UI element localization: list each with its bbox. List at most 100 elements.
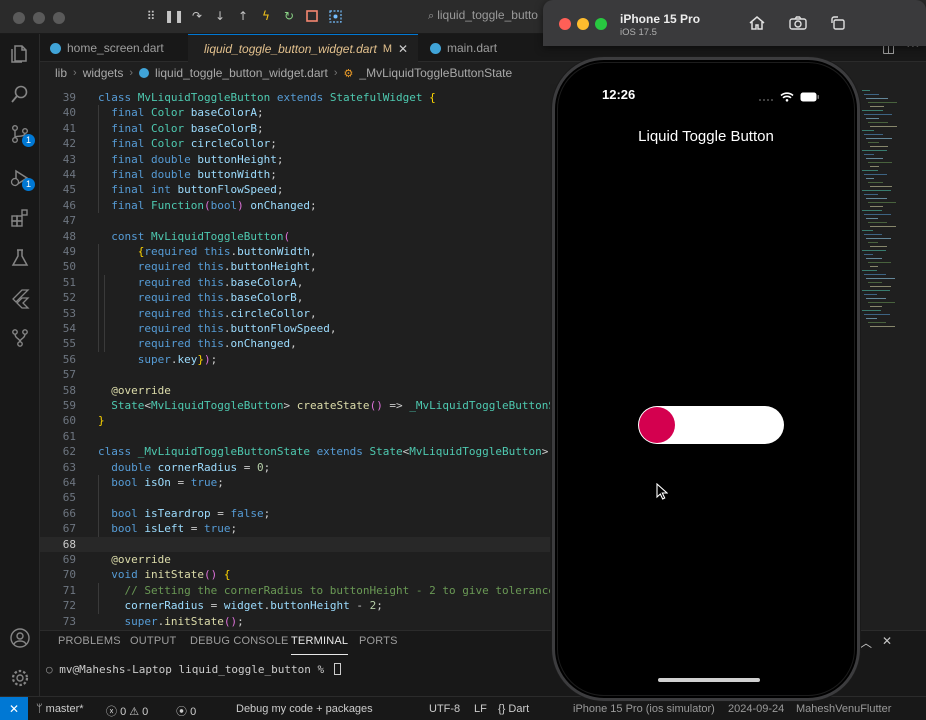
- code-line[interactable]: 56 super.key});: [40, 352, 550, 367]
- line-number[interactable]: 42: [40, 136, 76, 151]
- line-number[interactable]: 56: [40, 352, 76, 367]
- line-number[interactable]: 39: [40, 90, 76, 105]
- line-number[interactable]: 71: [40, 583, 76, 598]
- explorer-icon[interactable]: [8, 42, 32, 66]
- code-line[interactable]: 48 const MvLiquidToggleButton(: [40, 229, 550, 244]
- screenshot-camera-icon[interactable]: [787, 13, 809, 33]
- line-number[interactable]: 62: [40, 444, 76, 459]
- line-number[interactable]: 45: [40, 182, 76, 197]
- code-line[interactable]: 62 class _MvLiquidToggleButtonState exten…: [40, 444, 550, 459]
- code-line[interactable]: 72 cornerRadius = widget.buttonHeight - …: [40, 598, 550, 613]
- simulator-close-button[interactable]: [559, 18, 571, 30]
- code-line[interactable]: 46 final Function(bool) onChanged;: [40, 198, 550, 213]
- breadcrumb-symbol[interactable]: _MvLiquidToggleButtonState: [359, 66, 512, 80]
- line-number[interactable]: 70: [40, 567, 76, 582]
- account-icon[interactable]: [8, 626, 32, 650]
- code-line[interactable]: 52 required this.baseColorB,: [40, 290, 550, 305]
- step-out-icon[interactable]: ↑: [236, 9, 250, 23]
- maximize-panel-icon[interactable]: ︿: [860, 634, 872, 651]
- search-icon[interactable]: [8, 82, 32, 106]
- code-line[interactable]: 61: [40, 429, 550, 444]
- extensions-icon[interactable]: [8, 206, 32, 230]
- line-number[interactable]: 67: [40, 521, 76, 536]
- breadcrumb-folder-widgets[interactable]: widgets: [83, 66, 124, 80]
- line-number[interactable]: 54: [40, 321, 76, 336]
- code-line[interactable]: 55 required this.onChanged,: [40, 336, 550, 351]
- tab-home-screen[interactable]: home_screen.dart: [40, 34, 188, 62]
- code-line[interactable]: 40 final Color baseColorA;: [40, 105, 550, 120]
- restart-icon[interactable]: ↻: [282, 9, 296, 23]
- code-line[interactable]: 49 {required this.buttonWidth,: [40, 244, 550, 259]
- line-number[interactable]: 61: [40, 429, 76, 444]
- encoding-status[interactable]: UTF-8: [429, 703, 460, 715]
- line-number[interactable]: 44: [40, 167, 76, 182]
- code-line[interactable]: 43 final double buttonHeight;: [40, 152, 550, 167]
- code-line[interactable]: 59 State<MvLiquidToggleButton> createSta…: [40, 398, 550, 413]
- line-number[interactable]: 46: [40, 198, 76, 213]
- branch-status[interactable]: ᛘ master*: [36, 703, 84, 715]
- code-line[interactable]: 41 final Color baseColorB;: [40, 121, 550, 136]
- line-number[interactable]: 43: [40, 152, 76, 167]
- code-line[interactable]: 39 class MvLiquidToggleButton extends Sta…: [40, 90, 550, 105]
- tab-ports[interactable]: PORTS: [359, 635, 398, 655]
- tab-debug-console[interactable]: DEBUG CONSOLE: [190, 635, 289, 655]
- window-zoom-button[interactable]: [53, 12, 65, 24]
- code-line[interactable]: 51 required this.baseColorA,: [40, 275, 550, 290]
- stop-icon[interactable]: [305, 9, 319, 23]
- close-icon[interactable]: ✕: [398, 42, 408, 56]
- line-number[interactable]: 41: [40, 121, 76, 136]
- code-line[interactable]: 71 // Setting the cornerRadius to button…: [40, 583, 550, 598]
- settings-gear-icon[interactable]: [8, 666, 32, 690]
- breadcrumb-folder-lib[interactable]: lib: [55, 66, 67, 80]
- line-number[interactable]: 58: [40, 383, 76, 398]
- tab-terminal[interactable]: TERMINAL: [291, 635, 349, 655]
- line-number[interactable]: 47: [40, 213, 76, 228]
- code-line[interactable]: 69 @override: [40, 552, 550, 567]
- terminal-line[interactable]: ○ mv@Maheshs-Laptop liquid_toggle_button…: [46, 663, 341, 676]
- code-line[interactable]: 50 required this.buttonHeight,: [40, 259, 550, 274]
- line-number[interactable]: 52: [40, 290, 76, 305]
- step-over-icon[interactable]: ↷: [190, 9, 204, 23]
- git-graph-icon[interactable]: [8, 326, 32, 350]
- code-line[interactable]: 66 bool isTeardrop = false;: [40, 506, 550, 521]
- tab-main[interactable]: main.dart: [420, 34, 530, 62]
- testing-icon[interactable]: [8, 246, 32, 270]
- tab-liquid-toggle-button-widget[interactable]: liquid_toggle_button_widget.dart M ✕: [188, 34, 418, 62]
- flutter-icon[interactable]: [8, 286, 32, 310]
- line-number[interactable]: 55: [40, 336, 76, 351]
- code-line[interactable]: 45 final int buttonFlowSpeed;: [40, 182, 550, 197]
- code-editor[interactable]: 39 class MvLiquidToggleButton extends Sta…: [40, 84, 550, 630]
- remote-indicator-icon[interactable]: ✕: [0, 697, 28, 720]
- line-number[interactable]: 65: [40, 490, 76, 505]
- code-line[interactable]: 68: [40, 536, 550, 552]
- debug-config-status[interactable]: Debug my code + packages: [236, 703, 373, 715]
- line-number[interactable]: 66: [40, 506, 76, 521]
- window-minimize-button[interactable]: [33, 12, 45, 24]
- line-number[interactable]: 69: [40, 552, 76, 567]
- line-number[interactable]: 72: [40, 598, 76, 613]
- code-line[interactable]: 63 double cornerRadius = 0;: [40, 460, 550, 475]
- code-line[interactable]: 58 @override: [40, 383, 550, 398]
- line-number[interactable]: 53: [40, 306, 76, 321]
- code-line[interactable]: 70 void initState() {: [40, 567, 550, 582]
- code-line[interactable]: 67 bool isLeft = true;: [40, 521, 550, 536]
- line-number[interactable]: 60: [40, 413, 76, 428]
- run-debug-icon[interactable]: 1: [8, 166, 35, 191]
- simulator-minimize-button[interactable]: [577, 18, 589, 30]
- home-button-icon[interactable]: [746, 13, 768, 33]
- ports-status[interactable]: ⦿ 0: [176, 703, 196, 719]
- tab-output[interactable]: OUTPUT: [130, 635, 176, 655]
- code-line[interactable]: 73 super.initState();: [40, 614, 550, 629]
- tab-problems[interactable]: PROBLEMS: [58, 635, 121, 655]
- source-control-icon[interactable]: 1: [8, 122, 35, 147]
- rotate-device-icon[interactable]: [827, 13, 849, 33]
- code-line[interactable]: 60}: [40, 413, 550, 428]
- minimap[interactable]: [858, 84, 926, 630]
- toggle-knob[interactable]: [639, 407, 675, 443]
- line-number[interactable]: 50: [40, 259, 76, 274]
- eol-status[interactable]: LF: [474, 703, 487, 715]
- inspect-widget-icon[interactable]: [328, 9, 342, 23]
- liquid-toggle-button[interactable]: [638, 406, 784, 444]
- problems-status[interactable]: ⓧ 0 ⚠ 0: [106, 703, 148, 719]
- home-indicator[interactable]: [658, 678, 760, 682]
